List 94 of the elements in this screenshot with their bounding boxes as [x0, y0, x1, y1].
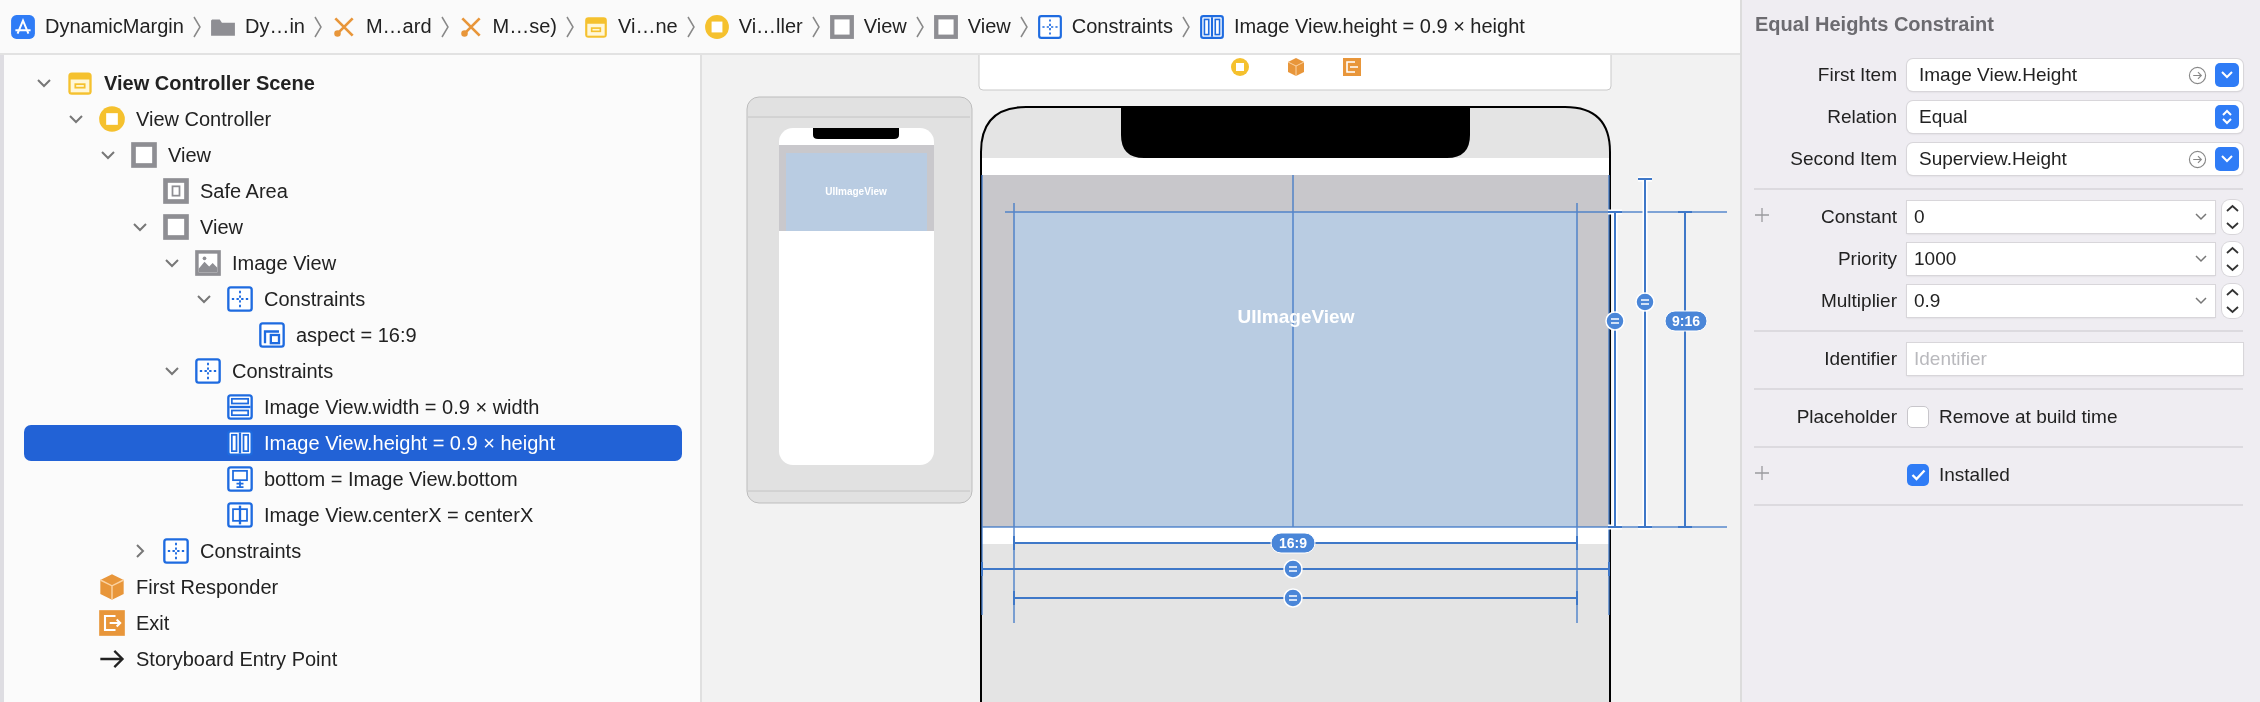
item-label[interactable]: Image View.width = 0.9 × width	[264, 395, 540, 419]
stepper[interactable]	[2222, 242, 2243, 276]
dropdown-icon[interactable]	[2215, 147, 2239, 171]
constraints-icon	[162, 537, 190, 565]
chevron-icon	[439, 14, 450, 39]
field-label: Placeholder	[1795, 406, 1898, 428]
breadcrumb-item[interactable]: M…ard	[330, 13, 432, 40]
inspector-title: Equal Heights Constraint	[1754, 11, 1995, 37]
item-label[interactable]: View	[200, 215, 243, 239]
square-icon	[130, 141, 158, 169]
cube-icon[interactable]	[1287, 58, 1305, 77]
combo-field[interactable]: 0	[1907, 201, 2215, 233]
field-label: First Item	[1816, 64, 1898, 86]
chevron-icon	[685, 14, 696, 39]
combo-field[interactable]: 1000	[1907, 243, 2215, 275]
stepper[interactable]	[2222, 200, 2243, 234]
constraints-icon	[194, 357, 222, 385]
checkbox-label[interactable]: Remove at build time	[1939, 406, 2118, 428]
preview-image-label: UIImageView	[825, 186, 887, 197]
app-icon	[10, 13, 36, 40]
dropdown-icon[interactable]	[2215, 63, 2239, 87]
chevron-icon	[191, 14, 202, 39]
exit-icon	[98, 609, 126, 637]
chevron-icon	[1180, 14, 1191, 39]
item-label[interactable]: View	[168, 143, 211, 167]
chevron-icon	[1018, 14, 1029, 39]
chevron-down-icon	[2195, 255, 2207, 263]
constraints-icon	[1036, 13, 1063, 40]
chevron-down-icon	[2195, 213, 2207, 221]
item-popup[interactable]: Image View.Height	[1907, 59, 2243, 91]
item-label[interactable]: Image View.centerX = centerX	[264, 503, 534, 527]
field-label: Constant	[1819, 206, 1898, 228]
checkbox-label[interactable]: Installed	[1939, 464, 2010, 486]
breadcrumb-item[interactable]: M…se)	[457, 13, 557, 40]
chevron-icon	[810, 14, 821, 39]
exit-icon[interactable]	[1343, 58, 1361, 76]
item-label[interactable]: View Controller	[136, 107, 272, 131]
item-label[interactable]: Storyboard Entry Point	[136, 647, 338, 671]
breadcrumb-item[interactable]: Constraints	[1036, 13, 1173, 40]
chevron-icon	[312, 14, 323, 39]
item-label[interactable]: Constraints	[264, 287, 366, 311]
breadcrumb-item[interactable]: Vi…ne	[583, 13, 678, 40]
equal-constraint-icon[interactable]	[1605, 311, 1625, 331]
item-label[interactable]: View Controller Scene	[104, 71, 315, 95]
equal-widths-icon	[226, 393, 254, 421]
stepper[interactable]	[2222, 284, 2243, 318]
center-x-icon	[226, 501, 254, 529]
item-label: Image View.height = 0.9 × height	[264, 431, 555, 455]
item-label[interactable]: aspect = 16:9	[296, 323, 417, 347]
selected-row[interactable]: Image View.height = 0.9 × height	[24, 425, 682, 461]
up-down-chevron-icon	[2215, 105, 2239, 129]
chevron-icon	[914, 14, 925, 39]
ratio-badge[interactable]: 16:9	[1270, 532, 1316, 554]
breadcrumb-item[interactable]: View	[828, 13, 907, 40]
identifier-field[interactable]: Identifier	[1907, 343, 2243, 375]
image-icon	[194, 249, 222, 277]
item-label[interactable]: Constraints	[232, 359, 334, 383]
item-label[interactable]: First Responder	[136, 575, 279, 599]
safe-area-icon	[162, 177, 190, 205]
constraints-icon	[226, 285, 254, 313]
item-label[interactable]: Exit	[136, 611, 170, 635]
equal-constraint-icon[interactable]	[1283, 559, 1303, 579]
equal-heights-icon	[226, 429, 254, 457]
breadcrumb-item[interactable]: View	[932, 13, 1011, 40]
square-icon	[932, 13, 959, 40]
ratio-badge[interactable]: 9:16	[1664, 310, 1708, 332]
item-label[interactable]: Constraints	[200, 539, 302, 563]
field-label: Second Item	[1789, 148, 1898, 170]
field-label: Relation	[1826, 106, 1898, 128]
chevron-icon	[565, 14, 575, 39]
breadcrumb-item[interactable]: Vi…ller	[703, 13, 803, 40]
chevron-down-icon	[2195, 297, 2207, 305]
relation-popup[interactable]: Equal	[1907, 101, 2243, 133]
checkbox[interactable]	[1907, 464, 1929, 486]
breadcrumb-item[interactable]: DynamicMargin	[10, 13, 184, 40]
field-label: Identifier	[1823, 348, 1898, 370]
item-popup[interactable]: Superview.Height	[1907, 143, 2243, 175]
square-icon	[162, 213, 190, 241]
item-label[interactable]: Safe Area	[200, 179, 288, 203]
combo-field[interactable]: 0.9	[1907, 285, 2215, 317]
item-label[interactable]: Image View	[232, 251, 337, 275]
breadcrumb-item[interactable]: Dy…in	[209, 13, 305, 40]
checkbox[interactable]	[1907, 406, 1929, 428]
aspect-icon	[258, 321, 286, 349]
bottom-edge-icon	[226, 465, 254, 493]
item-label[interactable]: bottom = Image View.bottom	[264, 467, 518, 491]
equal-heights-icon	[1198, 13, 1225, 40]
field-label: Priority	[1836, 248, 1898, 270]
field-label: Multiplier	[1819, 290, 1898, 312]
square-icon	[828, 13, 855, 40]
equal-constraint-icon[interactable]	[1283, 588, 1303, 608]
breadcrumb-item[interactable]: Image View.height = 0.9 × height	[1198, 13, 1525, 40]
equal-constraint-icon[interactable]	[1635, 292, 1655, 312]
cube-icon	[98, 573, 126, 601]
